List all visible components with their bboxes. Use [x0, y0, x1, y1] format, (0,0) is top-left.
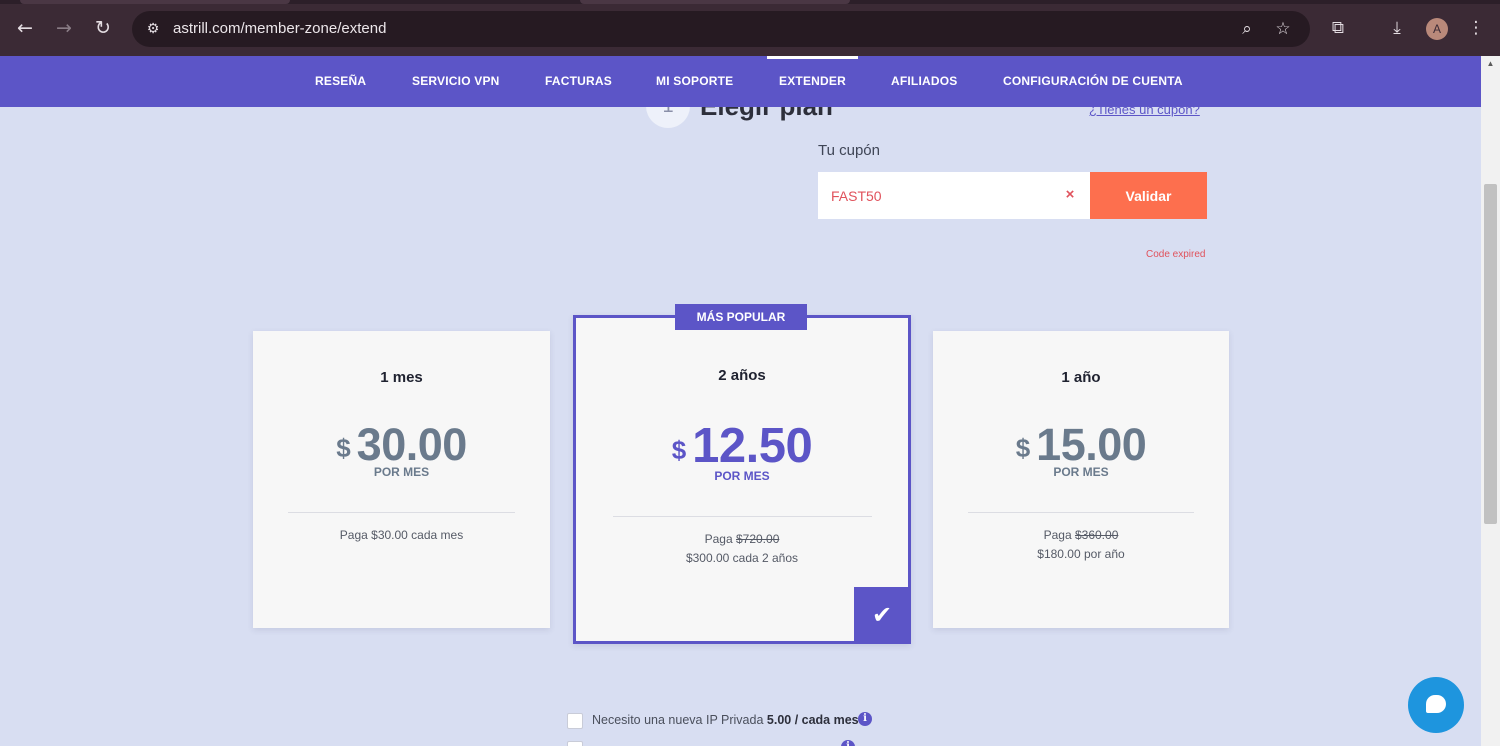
back-arrow-icon[interactable]: ← — [13, 16, 37, 40]
currency-symbol: $ — [671, 435, 687, 465]
addon-price: 5.00 / cada mes — [766, 713, 859, 727]
chat-bubble-icon — [1426, 695, 1446, 713]
nav-item-configuracion[interactable]: CONFIGURACIÓN DE CUENTA — [1003, 56, 1183, 107]
pay-prefix: Paga — [1043, 528, 1075, 542]
kebab-menu-icon[interactable]: ⋮ — [1464, 16, 1488, 40]
plan-name: 2 años — [718, 367, 766, 384]
most-popular-badge: MÁS POPULAR — [675, 304, 807, 330]
info-icon[interactable]: i — [841, 740, 855, 746]
plan-card-1-ano[interactable]: 1 año $15.00 POR MES Paga $360.00 $180.0… — [933, 331, 1229, 628]
url-text[interactable]: astrill.com/member-zone/extend — [173, 11, 386, 47]
extensions-icon[interactable]: ⧉ — [1326, 16, 1350, 40]
price-amount: 12.50 — [692, 419, 813, 473]
plan-name: 1 año — [1061, 369, 1101, 386]
nav-item-mi-soporte[interactable]: MI SOPORTE — [656, 56, 733, 107]
currency-symbol: $ — [336, 433, 351, 463]
forward-arrow-icon[interactable]: → — [52, 16, 76, 40]
private-ip-label[interactable]: Necesito una nueva IP Privada 5.00 / cad… — [592, 713, 859, 727]
plan-price: $15.00 — [933, 419, 1229, 470]
zoom-icon[interactable]: ⌕ — [1236, 18, 1258, 40]
payment-summary: Paga $360.00 $180.00 por año — [933, 526, 1229, 564]
coupon-label: Tu cupón — [818, 142, 880, 159]
address-bar[interactable]: ⚙ astrill.com/member-zone/extend ⌕ ☆ — [132, 11, 1310, 47]
divider — [968, 512, 1194, 513]
payment-summary: Paga $30.00 cada mes — [339, 528, 464, 542]
plan-name: 1 mes — [380, 369, 423, 386]
nav-item-resena[interactable]: RESEÑA — [315, 56, 366, 107]
tab-edge[interactable] — [580, 0, 850, 4]
currency-symbol: $ — [1015, 433, 1031, 463]
site-navigation-overlay: RESEÑA SERVICIO VPN FACTURAS MI SOPORTE … — [0, 56, 1481, 107]
original-price: $720.00 — [735, 532, 780, 546]
info-icon[interactable]: i — [858, 712, 872, 726]
scroll-up-icon[interactable]: ▲ — [1481, 56, 1500, 72]
browser-toolbar: ← → ↻ ⚙ astrill.com/member-zone/extend ⌕… — [0, 0, 1500, 56]
plan-price: $30.00 — [253, 419, 550, 470]
pay-total: $180.00 por año — [1037, 547, 1125, 561]
chat-button[interactable] — [1408, 677, 1464, 733]
tab-strip — [0, 0, 1500, 4]
addon-text: Necesito una nueva IP Privada — [592, 713, 767, 727]
page-scrollbar[interactable]: ▲ — [1481, 56, 1500, 746]
divider — [613, 516, 872, 517]
avatar[interactable]: A — [1426, 18, 1448, 40]
plan-card-1-mes[interactable]: 1 mes $30.00 POR MES Paga $30.00 cada me… — [253, 331, 550, 628]
selected-check-icon: ✔ — [854, 587, 910, 643]
private-ip-checkbox[interactable] — [567, 713, 583, 729]
validate-coupon-button[interactable]: Validar — [1090, 172, 1207, 219]
nav-item-facturas[interactable]: FACTURAS — [545, 56, 612, 107]
reload-icon[interactable]: ↻ — [91, 16, 115, 40]
plan-price: $12.50 — [576, 418, 908, 473]
price-period: POR MES — [1053, 465, 1109, 479]
divider — [288, 512, 515, 513]
pay-prefix: Paga — [704, 532, 736, 546]
bookmark-star-icon[interactable]: ☆ — [1272, 18, 1294, 40]
price-period: POR MES — [714, 469, 770, 483]
site-info-icon[interactable]: ⚙ — [142, 18, 164, 40]
pay-total: $300.00 cada 2 años — [685, 551, 799, 565]
nav-item-extender[interactable]: EXTENDER — [767, 56, 858, 107]
nav-item-servicio-vpn[interactable]: SERVICIO VPN — [412, 56, 500, 107]
price-period: POR MES — [373, 465, 430, 479]
price-amount: 15.00 — [1036, 419, 1147, 470]
original-price: $360.00 — [1074, 528, 1119, 542]
payment-summary: Paga $720.00 $300.00 cada 2 años — [576, 530, 908, 568]
price-amount: 30.00 — [356, 419, 468, 470]
scrollbar-thumb[interactable] — [1484, 184, 1497, 524]
coupon-error-text: Code expired — [1146, 249, 1206, 260]
nav-item-afiliados[interactable]: AFILIADOS — [891, 56, 957, 107]
clear-coupon-icon[interactable]: × — [1062, 186, 1078, 204]
addon-checkbox[interactable] — [567, 741, 583, 746]
download-icon[interactable]: ⤓ — [1385, 16, 1409, 40]
tab-edge[interactable] — [20, 0, 290, 4]
coupon-input[interactable] — [818, 172, 1090, 219]
